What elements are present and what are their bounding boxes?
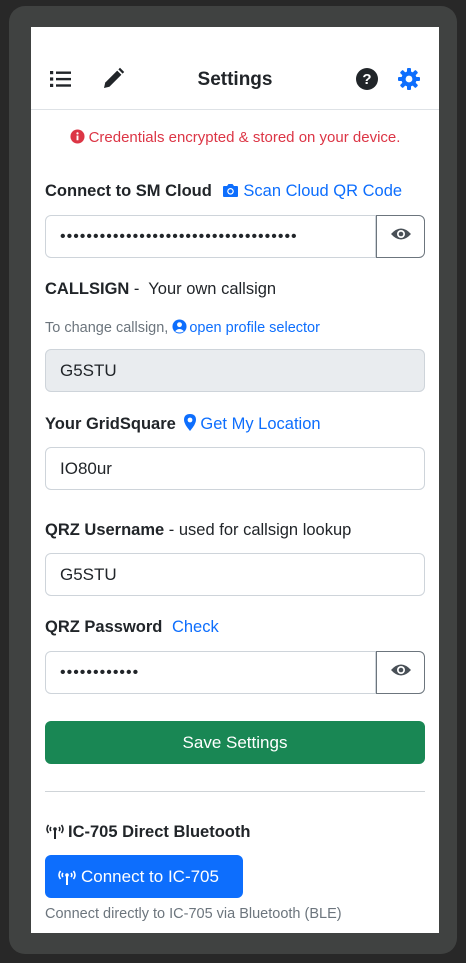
connect-ic705-button[interactable]: Connect to IC-705: [45, 855, 243, 898]
section-divider: [45, 791, 425, 792]
qrz-username-suffix: - used for callsign lookup: [164, 521, 352, 539]
scan-qr-link-text: Scan Cloud QR Code: [243, 182, 403, 200]
eye-icon: [390, 662, 412, 683]
scan-qr-link[interactable]: Scan Cloud QR Code: [222, 182, 402, 200]
connect-ic705-label: Connect to IC-705: [81, 867, 219, 886]
bluetooth-title-row: IC-705 Direct Bluetooth: [45, 823, 250, 844]
qrz-check-link[interactable]: Check: [172, 618, 219, 636]
grid-label: Your GridSquare: [45, 415, 176, 433]
grid-label-row: Your GridSquare Get My Location: [45, 414, 321, 436]
callsign-hint-text: To change callsign,: [45, 320, 169, 336]
bluetooth-title: IC-705 Direct Bluetooth: [68, 823, 251, 841]
cloud-visibility-toggle[interactable]: [376, 215, 425, 258]
user-circle-icon: [172, 319, 187, 338]
callsign-label: CALLSIGN: [45, 280, 130, 298]
bluetooth-description: Connect directly to IC-705 via Bluetooth…: [45, 906, 342, 922]
encryption-notice-text: Credentials encrypted & stored on your d…: [88, 129, 401, 146]
callsign-hint: To change callsign, open profile selecto…: [45, 319, 320, 338]
map-pin-icon: [184, 414, 197, 436]
qrz-username-label-row: QRZ Username - used for callsign lookup: [45, 521, 351, 540]
profile-selector-link[interactable]: open profile selector: [172, 319, 320, 338]
callsign-label-row: CALLSIGN - Your own callsign: [45, 280, 276, 299]
save-settings-button[interactable]: Save Settings: [45, 721, 425, 764]
profile-selector-link-text: open profile selector: [189, 320, 320, 336]
cloud-label: Connect to SM Cloud: [45, 182, 212, 200]
get-location-link[interactable]: Get My Location: [184, 414, 321, 436]
qrz-password-visibility-toggle[interactable]: [376, 651, 425, 694]
help-icon[interactable]: ?: [355, 67, 379, 91]
info-circle-icon: [70, 129, 85, 148]
qrz-username-input[interactable]: G5STU: [45, 553, 425, 596]
eye-icon: [390, 226, 412, 247]
qrz-username-label: QRZ Username: [45, 521, 165, 539]
camera-icon: [222, 183, 239, 203]
app-screen: Settings ? Credentials encrypted & store…: [31, 27, 439, 933]
top-toolbar: Settings ?: [31, 27, 439, 110]
encryption-notice: Credentials encrypted & stored on your d…: [31, 129, 439, 148]
callsign-input: G5STU: [45, 349, 425, 392]
get-location-link-text: Get My Location: [200, 415, 321, 433]
qrz-password-label: QRZ Password: [45, 618, 163, 636]
qrz-password-input[interactable]: ••••••••••••: [45, 651, 376, 694]
svg-text:?: ?: [362, 71, 371, 88]
qrz-password-label-row: QRZ Password Check: [45, 618, 219, 637]
antenna-icon: [45, 823, 65, 844]
cloud-label-row: Connect to SM Cloud Scan Cloud QR Code: [45, 182, 402, 203]
gear-icon[interactable]: [397, 67, 421, 91]
cloud-key-input[interactable]: ••••••••••••••••••••••••••••••••••••: [45, 215, 376, 258]
antenna-icon: [57, 858, 77, 901]
callsign-label-suffix: - Your own callsign: [129, 280, 277, 298]
gridsquare-input[interactable]: IO80ur: [45, 447, 425, 490]
